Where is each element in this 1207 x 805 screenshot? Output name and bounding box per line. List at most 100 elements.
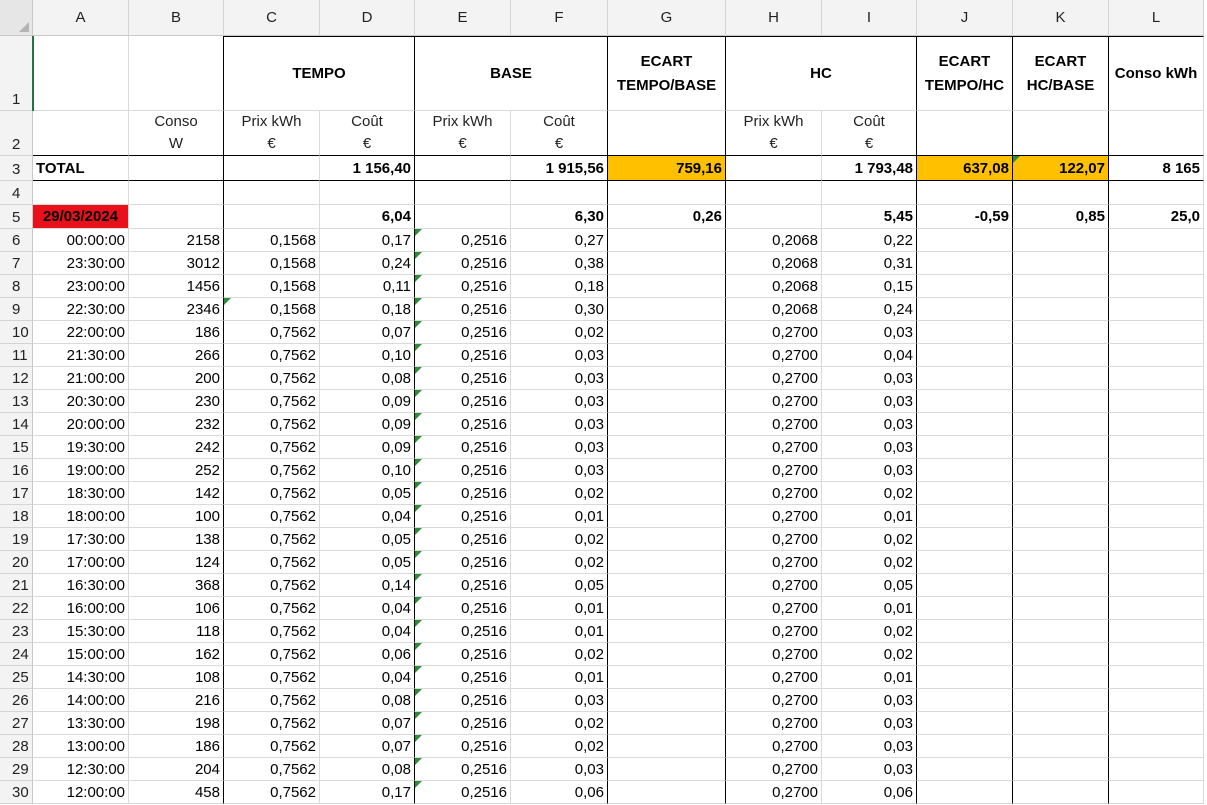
conso-kwh-cell[interactable] bbox=[1109, 597, 1204, 620]
tempo-cout-cell[interactable]: 0,07 bbox=[320, 712, 415, 735]
ecart-tempo-base-cell[interactable] bbox=[608, 735, 726, 758]
cell-e3[interactable] bbox=[415, 156, 511, 181]
row-header-29[interactable]: 29 bbox=[0, 758, 33, 781]
row-header-6[interactable]: 6 bbox=[0, 229, 33, 252]
conso-kwh-cell[interactable] bbox=[1109, 620, 1204, 643]
conso-cell[interactable]: 230 bbox=[129, 390, 224, 413]
hc-cout-cell[interactable]: 0,01 bbox=[822, 597, 917, 620]
column-header-g[interactable]: G bbox=[608, 0, 726, 36]
conso-kwh-cell[interactable] bbox=[1109, 482, 1204, 505]
tempo-cout-cell[interactable]: 0,08 bbox=[320, 689, 415, 712]
tempo-cout-cell[interactable]: 0,08 bbox=[320, 367, 415, 390]
subheader-hc-cout[interactable]: Coût € bbox=[822, 111, 917, 156]
tempo-cout-cell[interactable]: 0,04 bbox=[320, 620, 415, 643]
ecart-tempo-hc-cell[interactable] bbox=[917, 597, 1013, 620]
time-cell[interactable]: 13:00:00 bbox=[33, 735, 129, 758]
total-tempo-cout[interactable]: 1 156,40 bbox=[320, 156, 415, 181]
ecart-tempo-base-cell[interactable] bbox=[608, 229, 726, 252]
base-prix-cell[interactable]: 0,2516 bbox=[415, 666, 511, 689]
day-ecart-hc-base[interactable]: 0,85 bbox=[1013, 205, 1109, 229]
row-header-11[interactable]: 11 bbox=[0, 344, 33, 367]
base-cout-cell[interactable]: 0,27 bbox=[511, 229, 608, 252]
hc-cout-cell[interactable]: 0,06 bbox=[822, 781, 917, 804]
conso-kwh-cell[interactable] bbox=[1109, 413, 1204, 436]
base-prix-cell[interactable]: 0,2516 bbox=[415, 252, 511, 275]
cell-l2[interactable] bbox=[1109, 111, 1204, 156]
hc-cout-cell[interactable]: 0,03 bbox=[822, 459, 917, 482]
tempo-cout-cell[interactable]: 0,08 bbox=[320, 758, 415, 781]
tempo-prix-cell[interactable]: 0,1568 bbox=[224, 275, 320, 298]
tempo-cout-cell[interactable]: 0,10 bbox=[320, 344, 415, 367]
base-cout-cell[interactable]: 0,03 bbox=[511, 459, 608, 482]
hc-cout-cell[interactable]: 0,02 bbox=[822, 643, 917, 666]
base-prix-cell[interactable]: 0,2516 bbox=[415, 551, 511, 574]
time-cell[interactable]: 17:30:00 bbox=[33, 528, 129, 551]
ecart-tempo-hc-cell[interactable] bbox=[917, 252, 1013, 275]
tempo-prix-cell[interactable]: 0,7562 bbox=[224, 551, 320, 574]
hc-cout-cell[interactable]: 0,03 bbox=[822, 758, 917, 781]
base-prix-cell[interactable]: 0,2516 bbox=[415, 229, 511, 252]
column-header-a[interactable]: A bbox=[33, 0, 129, 36]
hc-prix-cell[interactable]: 0,2068 bbox=[726, 229, 822, 252]
column-header-c[interactable]: C bbox=[224, 0, 320, 36]
base-prix-cell[interactable]: 0,2516 bbox=[415, 528, 511, 551]
column-header-k[interactable]: K bbox=[1013, 0, 1109, 36]
base-prix-cell[interactable]: 0,2516 bbox=[415, 643, 511, 666]
ecart-hc-base-cell[interactable] bbox=[1013, 528, 1109, 551]
base-prix-cell[interactable]: 0,2516 bbox=[415, 712, 511, 735]
hc-prix-cell[interactable]: 0,2700 bbox=[726, 689, 822, 712]
day-tempo-cout[interactable]: 6,04 bbox=[320, 205, 415, 229]
tempo-prix-cell[interactable]: 0,7562 bbox=[224, 321, 320, 344]
ecart-tempo-hc-cell[interactable] bbox=[917, 229, 1013, 252]
total-ecart-tempo-base[interactable]: 759,16 bbox=[608, 156, 726, 181]
ecart-hc-base-cell[interactable] bbox=[1013, 666, 1109, 689]
tempo-prix-cell[interactable]: 0,7562 bbox=[224, 367, 320, 390]
hc-cout-cell[interactable]: 0,03 bbox=[822, 735, 917, 758]
subheader-tempo-prix[interactable]: Prix kWh € bbox=[224, 111, 320, 156]
conso-cell[interactable]: 458 bbox=[129, 781, 224, 804]
tempo-cout-cell[interactable]: 0,07 bbox=[320, 321, 415, 344]
day-ecart-tempo-base[interactable]: 0,26 bbox=[608, 205, 726, 229]
conso-kwh-cell[interactable] bbox=[1109, 643, 1204, 666]
tempo-prix-cell[interactable]: 0,1568 bbox=[224, 298, 320, 321]
base-cout-cell[interactable]: 0,05 bbox=[511, 574, 608, 597]
row-header-3[interactable]: 3 bbox=[0, 156, 33, 181]
row-header-18[interactable]: 18 bbox=[0, 505, 33, 528]
conso-kwh-cell[interactable] bbox=[1109, 781, 1204, 804]
hc-cout-cell[interactable]: 0,03 bbox=[822, 367, 917, 390]
conso-cell[interactable]: 368 bbox=[129, 574, 224, 597]
time-cell[interactable]: 18:30:00 bbox=[33, 482, 129, 505]
ecart-tempo-base-cell[interactable] bbox=[608, 666, 726, 689]
ecart-tempo-base-cell[interactable] bbox=[608, 551, 726, 574]
tempo-prix-cell[interactable]: 0,7562 bbox=[224, 390, 320, 413]
ecart-tempo-hc-cell[interactable] bbox=[917, 712, 1013, 735]
conso-cell[interactable]: 106 bbox=[129, 597, 224, 620]
conso-cell[interactable]: 266 bbox=[129, 344, 224, 367]
base-cout-cell[interactable]: 0,01 bbox=[511, 505, 608, 528]
header-ecart-tempo-hc[interactable]: ECART TEMPO/HC bbox=[917, 36, 1013, 111]
base-prix-cell[interactable]: 0,2516 bbox=[415, 781, 511, 804]
row-header-16[interactable]: 16 bbox=[0, 459, 33, 482]
subheader-hc-prix[interactable]: Prix kWh € bbox=[726, 111, 822, 156]
hc-prix-cell[interactable]: 0,2700 bbox=[726, 390, 822, 413]
row-header-15[interactable]: 15 bbox=[0, 436, 33, 459]
base-cout-cell[interactable]: 0,03 bbox=[511, 390, 608, 413]
ecart-tempo-base-cell[interactable] bbox=[608, 252, 726, 275]
base-prix-cell[interactable]: 0,2516 bbox=[415, 574, 511, 597]
hc-cout-cell[interactable]: 0,03 bbox=[822, 390, 917, 413]
ecart-tempo-hc-cell[interactable] bbox=[917, 482, 1013, 505]
base-prix-cell[interactable]: 0,2516 bbox=[415, 735, 511, 758]
ecart-hc-base-cell[interactable] bbox=[1013, 367, 1109, 390]
conso-cell[interactable]: 242 bbox=[129, 436, 224, 459]
base-cout-cell[interactable]: 0,03 bbox=[511, 367, 608, 390]
hc-prix-cell[interactable]: 0,2700 bbox=[726, 505, 822, 528]
ecart-tempo-base-cell[interactable] bbox=[608, 482, 726, 505]
time-cell[interactable]: 12:30:00 bbox=[33, 758, 129, 781]
time-cell[interactable]: 16:00:00 bbox=[33, 597, 129, 620]
cell-c3[interactable] bbox=[224, 156, 320, 181]
time-cell[interactable]: 20:30:00 bbox=[33, 390, 129, 413]
ecart-hc-base-cell[interactable] bbox=[1013, 781, 1109, 804]
ecart-tempo-hc-cell[interactable] bbox=[917, 459, 1013, 482]
time-cell[interactable]: 00:00:00 bbox=[33, 229, 129, 252]
ecart-tempo-hc-cell[interactable] bbox=[917, 321, 1013, 344]
